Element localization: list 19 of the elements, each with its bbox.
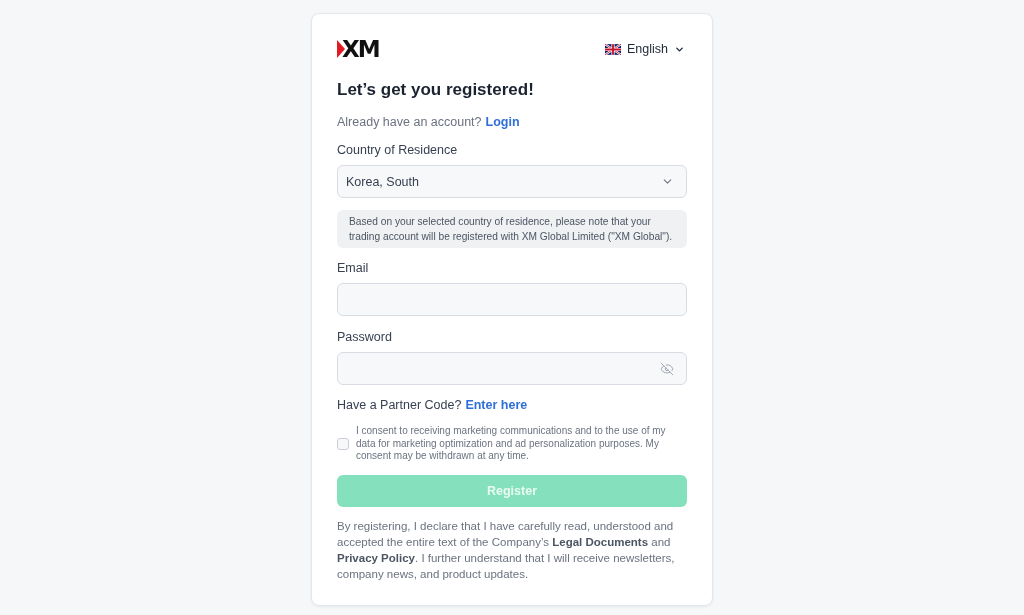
field-label: Password — [337, 329, 392, 346]
legal-text: By registering, I declare that I have carefully read, understood and accepted the entire text of the Company’s Legal Documents and Privacy Policy. I further understand that I will receive newsletters, company news, and product updates. — [337, 518, 676, 582]
password-input[interactable] — [337, 352, 687, 385]
notice-text: Based on your selected country of residence, please note that your trading account will be registered with XM Global Limited ("XM Global"). — [337, 210, 687, 248]
login-prompt-text: Already have an account? — [337, 114, 482, 131]
login-link[interactable]: Login — [485, 113, 520, 131]
logo-text: XM — [342, 37, 379, 61]
consent-text: I consent to receiving marketing communications and to the use of my data for marketing optimization and ad personalization purposes. My consent may be withdrawn at any time. — [356, 425, 667, 463]
page-title: Let’s get you registered! — [337, 79, 534, 101]
uk-flag-icon — [605, 43, 621, 55]
enter-here-link[interactable]: Enter here — [465, 396, 528, 414]
language-selector[interactable]: English — [605, 42, 685, 56]
field-label: Country of Residence — [337, 142, 458, 159]
field-label: Email — [337, 260, 369, 277]
country-select[interactable]: Korea, South — [337, 165, 687, 198]
consent-checkbox[interactable] — [337, 437, 349, 450]
eye-off-icon[interactable] — [660, 361, 674, 376]
partner-prompt-text: Have a Partner Code? — [337, 397, 462, 414]
email-input[interactable] — [337, 283, 687, 316]
